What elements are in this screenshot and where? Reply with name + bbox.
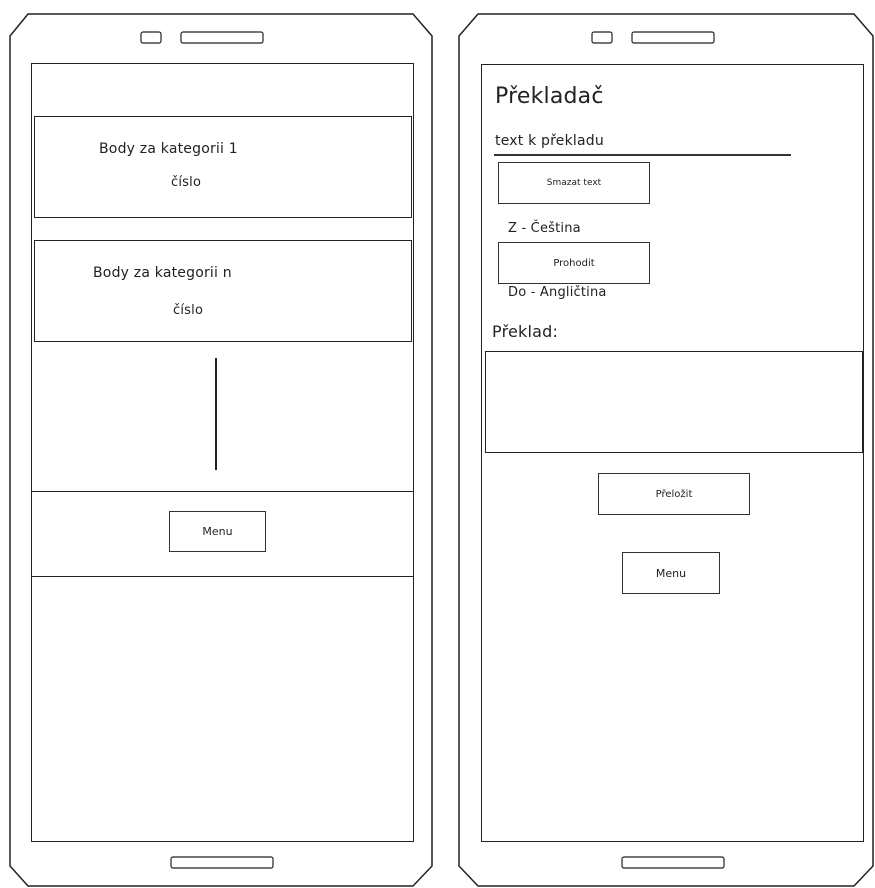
- scrollbar[interactable]: [215, 358, 217, 470]
- left-camera-icon: [140, 31, 162, 44]
- translate-button[interactable]: Přeložit: [598, 473, 750, 515]
- translation-output-box: [485, 351, 863, 453]
- category-card-1[interactable]: Body za kategorii 1 číslo: [34, 116, 412, 218]
- right-camera-icon: [591, 31, 613, 44]
- clear-text-button[interactable]: Smazat text: [498, 162, 650, 204]
- translate-input[interactable]: text k překladu: [495, 133, 791, 155]
- page-title: Překladač: [495, 84, 604, 109]
- category-card-title: Body za kategorii 1: [99, 141, 238, 157]
- menu-bar-top-divider: [31, 491, 414, 492]
- left-menu-button[interactable]: Menu: [169, 511, 266, 552]
- category-card-value: číslo: [171, 175, 202, 190]
- menu-bar-bottom-divider: [31, 576, 414, 577]
- left-home-bar-icon: [170, 856, 274, 869]
- right-speaker-icon: [631, 31, 715, 44]
- target-language-label: Do - Angličtina: [508, 285, 607, 300]
- left-speaker-icon: [180, 31, 264, 44]
- swap-languages-button[interactable]: Prohodit: [498, 242, 650, 284]
- source-language-label: Z - Čeština: [508, 221, 581, 236]
- right-home-bar-icon: [621, 856, 725, 869]
- category-card-n[interactable]: Body za kategorii n číslo: [34, 240, 412, 342]
- translate-input-underline: [494, 154, 791, 156]
- category-card-title: Body za kategorii n: [93, 265, 232, 281]
- category-card-value: číslo: [173, 303, 204, 318]
- right-menu-button[interactable]: Menu: [622, 552, 720, 594]
- result-label: Překlad:: [492, 322, 559, 341]
